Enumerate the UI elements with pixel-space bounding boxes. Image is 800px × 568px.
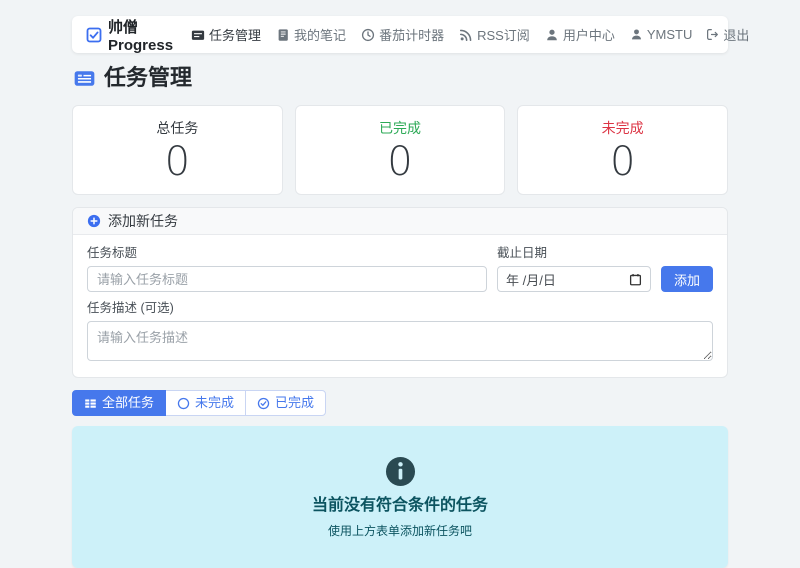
grid-list-icon	[84, 397, 97, 410]
empty-state-title: 当前没有符合条件的任务	[311, 496, 488, 514]
info-circle-icon	[385, 456, 416, 487]
task-desc-label: 任务描述 (可选)	[87, 301, 174, 315]
task-desc-field-group: 任务描述 (可选)	[87, 301, 713, 366]
notebook-icon	[276, 28, 290, 42]
check-square-icon	[86, 27, 102, 43]
circle-icon	[177, 397, 190, 410]
task-title-input[interactable]	[87, 266, 487, 292]
stat-label: 已完成	[379, 120, 421, 136]
task-desc-textarea[interactable]	[87, 321, 713, 361]
stat-value: 0	[387, 139, 413, 185]
form-row-main: 任务标题 截止日期 年 /月/日 添加	[87, 246, 713, 292]
stat-label: 总任务	[156, 120, 199, 136]
due-date-value: 年 /月/日	[505, 272, 556, 288]
add-task-form: 任务标题 截止日期 年 /月/日 添加 任务描述 (可选)	[73, 235, 727, 377]
nav-item-notes[interactable]: 我的笔记	[276, 25, 346, 44]
rss-icon	[459, 28, 473, 42]
task-title-field-group: 任务标题	[87, 246, 487, 292]
due-date-field-group: 截止日期 年 /月/日	[496, 246, 651, 292]
nav-item-label: 用户中心	[562, 28, 615, 43]
filter-pending-button[interactable]: 未完成	[165, 390, 247, 416]
stat-card-pending: 未完成 0	[517, 105, 729, 195]
check-circle-icon	[257, 397, 270, 410]
clock-icon	[361, 28, 375, 42]
nav-item-tasks[interactable]: 任务管理	[191, 25, 261, 44]
brand-link[interactable]: 帅僧Progress	[86, 16, 173, 54]
empty-state-subtitle: 使用上方表单添加新任务吧	[327, 523, 472, 538]
filter-completed-button[interactable]: 已完成	[245, 390, 327, 416]
stat-card-completed: 已完成 0	[294, 105, 506, 195]
nav-item-label: 任务管理	[209, 28, 262, 43]
nav-item-label: RSS订阅	[477, 28, 530, 43]
nav-item-user-center[interactable]: 用户中心	[545, 25, 615, 44]
stat-value: 0	[609, 139, 636, 185]
logout-label: 退出	[723, 28, 750, 43]
filter-label: 已完成	[275, 395, 315, 410]
navbar-right: YMSTU 退出	[630, 25, 749, 44]
page-title: 任务管理	[104, 65, 193, 90]
calendar-icon[interactable]	[629, 273, 642, 286]
empty-state: 当前没有符合条件的任务 使用上方表单添加新任务吧	[72, 426, 728, 568]
nav-item-rss[interactable]: RSS订阅	[459, 25, 530, 44]
filter-label: 未完成	[195, 395, 235, 410]
nav-item-label: 我的笔记	[294, 28, 347, 43]
add-task-panel-header: 添加新任务	[73, 208, 727, 235]
stat-card-total: 总任务 0	[72, 105, 283, 195]
plus-circle-icon	[87, 214, 101, 228]
add-task-panel-title: 添加新任务	[108, 213, 178, 229]
app-container: 帅僧Progress 任务管理 我的笔记 番茄计时器 RSS订阅 用户中心 YM…	[72, 0, 749, 568]
person-fill-icon	[630, 28, 643, 41]
filter-label: 全部任务	[102, 395, 155, 410]
logout-link[interactable]: 退出	[706, 25, 749, 44]
task-title-label: 任务标题	[87, 246, 138, 260]
brand-label: 帅僧Progress	[108, 18, 174, 54]
due-date-input[interactable]: 年 /月/日	[496, 266, 651, 292]
nav-item-label: 番茄计时器	[379, 28, 445, 43]
navbar: 帅僧Progress 任务管理 我的笔记 番茄计时器 RSS订阅 用户中心 YM…	[72, 16, 749, 54]
logout-icon	[706, 28, 719, 41]
tasks-icon	[191, 28, 205, 42]
page-title-row: 任务管理	[74, 65, 726, 91]
add-task-button[interactable]: 添加	[660, 266, 713, 292]
add-task-panel: 添加新任务 任务标题 截止日期 年 /月/日 添加	[72, 207, 728, 378]
stat-value: 0	[164, 139, 191, 185]
user-menu[interactable]: YMSTU	[630, 27, 693, 42]
username-label: YMSTU	[646, 27, 693, 42]
card-list-icon	[74, 68, 95, 89]
stats-row: 总任务 0 已完成 0 未完成 0	[72, 105, 729, 195]
nav-item-pomodoro[interactable]: 番茄计时器	[361, 25, 444, 44]
filter-all-button[interactable]: 全部任务	[72, 390, 167, 416]
task-filter-group: 全部任务 未完成 已完成	[72, 390, 327, 416]
stat-label: 未完成	[601, 120, 644, 136]
person-icon	[545, 28, 559, 42]
due-date-label: 截止日期	[496, 246, 547, 260]
